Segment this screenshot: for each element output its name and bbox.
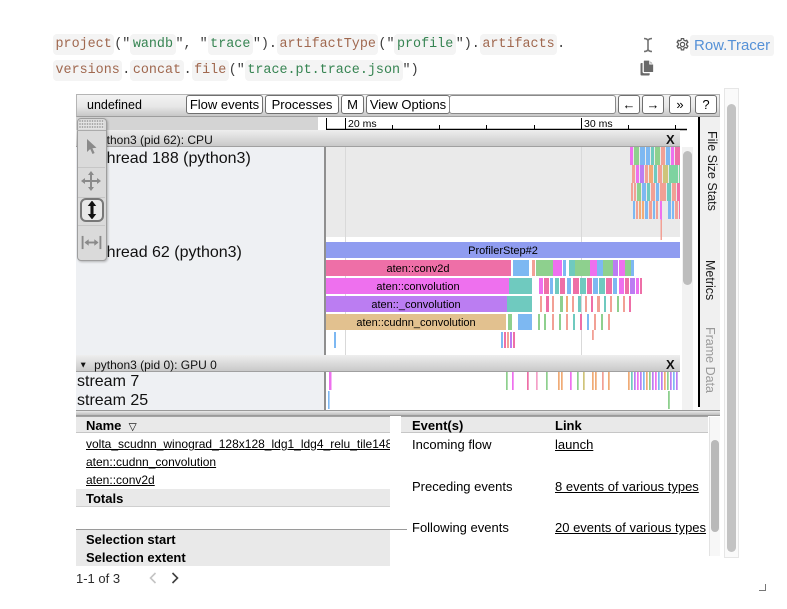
- svg-text:20 ms: 20 ms: [348, 118, 377, 130]
- svg-text:aten::cudnn_convolution: aten::cudnn_convolution: [356, 317, 475, 329]
- svg-text:30 ms: 30 ms: [584, 118, 613, 130]
- svg-text:aten::convolution: aten::convolution: [376, 281, 459, 293]
- svg-text:ProfilerStep#2: ProfilerStep#2: [468, 245, 538, 257]
- svg-text:aten::conv2d: aten::conv2d: [387, 263, 450, 275]
- svg-text:aten::_convolution: aten::_convolution: [371, 299, 460, 311]
